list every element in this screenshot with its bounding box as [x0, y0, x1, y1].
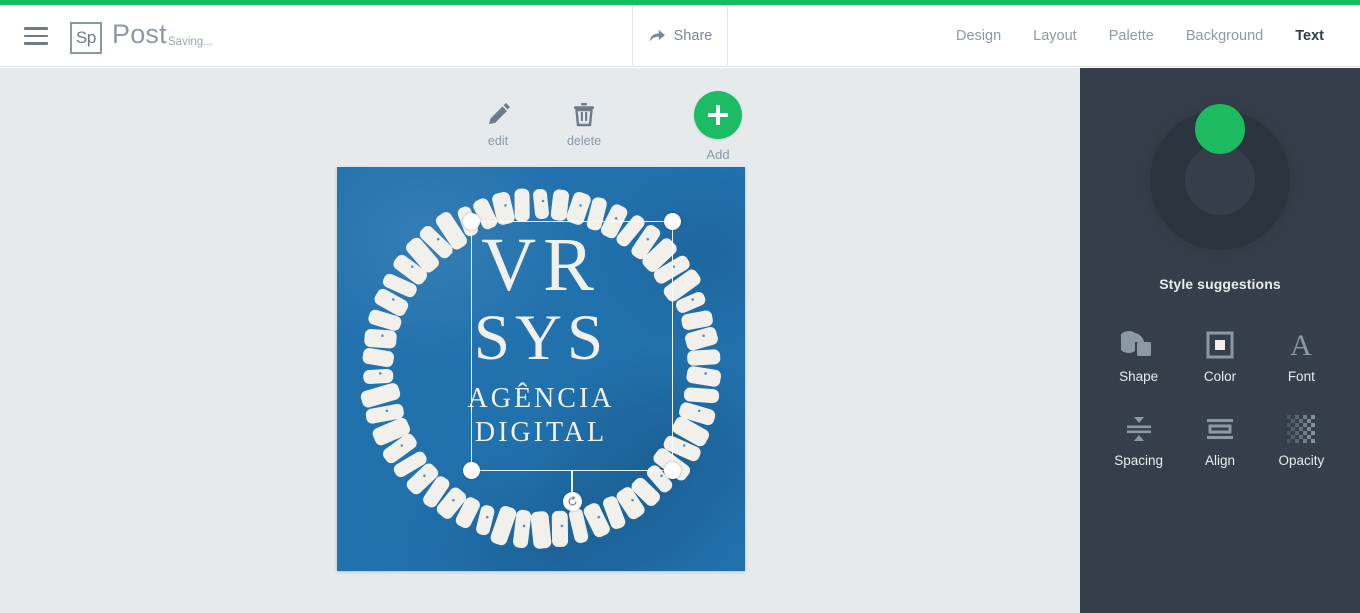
share-arrow-icon — [649, 29, 665, 42]
spacing-icon — [1098, 412, 1179, 446]
add-button[interactable] — [694, 91, 742, 139]
font-icon: A — [1261, 328, 1342, 362]
add-button-wrapper: Add — [683, 91, 753, 162]
spark-logo[interactable]: Sp — [70, 22, 102, 54]
svg-text:A: A — [1290, 329, 1312, 361]
tool-color[interactable]: Color — [1179, 328, 1260, 384]
align-icon — [1179, 412, 1260, 446]
canvas-stage[interactable]: edit delete Add VR SYS AGÊNCIA DIGITAL — [0, 68, 1080, 613]
dial-center — [1185, 145, 1255, 215]
resize-handle-top-left[interactable] — [463, 213, 480, 230]
tool-opacity-label: Opacity — [1278, 453, 1325, 468]
shape-icon — [1098, 328, 1179, 362]
tab-layout[interactable]: Layout — [1017, 5, 1093, 67]
hamburger-menu-icon[interactable] — [24, 27, 48, 45]
selection-box[interactable] — [463, 213, 681, 511]
delete-button[interactable]: delete — [549, 96, 619, 148]
save-status: Saving... — [168, 36, 213, 48]
color-swatch-icon — [1179, 328, 1260, 362]
spark-logo-text: Sp — [75, 28, 97, 47]
dial-knob[interactable] — [1195, 104, 1245, 154]
tool-spacing[interactable]: Spacing — [1098, 412, 1179, 468]
document-title[interactable]: Post — [112, 19, 167, 50]
delete-label: delete — [566, 134, 602, 148]
tool-align-label: Align — [1204, 453, 1235, 468]
tool-opacity[interactable]: Opacity — [1261, 412, 1342, 468]
tab-text[interactable]: Text — [1279, 5, 1340, 67]
tool-color-label: Color — [1203, 369, 1237, 384]
share-button[interactable]: Share — [632, 5, 728, 67]
tool-align[interactable]: Align — [1179, 412, 1260, 468]
tool-spacing-label: Spacing — [1114, 453, 1164, 468]
tool-shape[interactable]: Shape — [1098, 328, 1179, 384]
resize-handle-bottom-left[interactable] — [463, 462, 480, 479]
rotate-stem — [571, 470, 573, 494]
tool-font[interactable]: A Font — [1261, 328, 1342, 384]
edit-label: edit — [487, 134, 509, 148]
resize-handle-top-right[interactable] — [664, 213, 681, 230]
tab-background[interactable]: Background — [1170, 5, 1279, 67]
sidebar-tools-grid: Shape Color A Font Spacing Align Opacity — [1080, 328, 1360, 468]
pencil-icon — [463, 96, 533, 128]
hamburger-bar — [24, 42, 48, 45]
style-suggestions-dial[interactable] — [1150, 104, 1290, 250]
right-sidebar: Style suggestions Shape Color A Font Spa… — [1080, 68, 1360, 613]
share-label: Share — [673, 28, 713, 44]
tool-font-label: Font — [1287, 369, 1315, 384]
app-header: Sp Post Saving... Share Design Layout Pa… — [0, 5, 1360, 67]
add-label: Add — [706, 147, 730, 162]
opacity-checker-icon — [1261, 412, 1342, 446]
trash-icon — [549, 96, 619, 128]
rotate-handle[interactable] — [562, 492, 582, 511]
hamburger-bar — [24, 27, 48, 30]
tool-shape-label: Shape — [1119, 369, 1159, 384]
rotate-icon — [567, 495, 577, 506]
tab-palette[interactable]: Palette — [1093, 5, 1170, 67]
artboard[interactable]: VR SYS AGÊNCIA DIGITAL — [337, 167, 745, 571]
app-root: Sp Post Saving... Share Design Layout Pa… — [0, 0, 1360, 613]
object-toolbar: edit delete Add — [0, 91, 1080, 166]
header-nav: Design Layout Palette Background Text — [940, 5, 1340, 67]
edit-button[interactable]: edit — [463, 96, 533, 148]
resize-handle-bottom-right[interactable] — [664, 462, 681, 479]
style-suggestions-label: Style suggestions — [1159, 276, 1281, 292]
hamburger-bar — [24, 34, 48, 37]
tab-design[interactable]: Design — [940, 5, 1017, 67]
